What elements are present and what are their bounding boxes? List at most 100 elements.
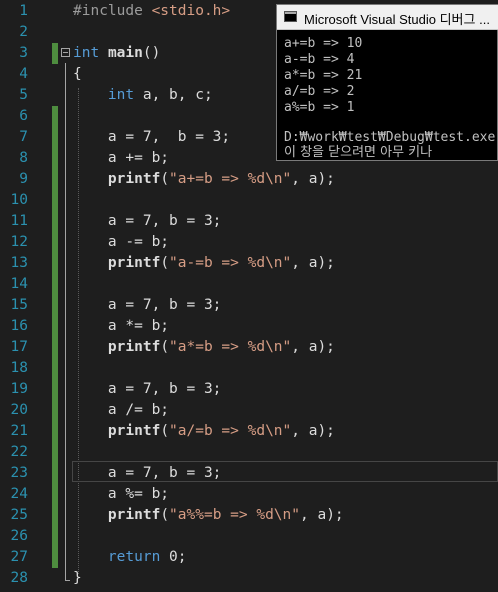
code-line[interactable]: 18 bbox=[0, 358, 498, 379]
code-text: a = 7, b = 3; bbox=[73, 211, 222, 232]
code-token: printf bbox=[107, 507, 161, 523]
code-token: a = 7, b = 3; bbox=[73, 213, 222, 229]
code-token: a %= b; bbox=[73, 486, 170, 502]
debug-console-window[interactable]: Microsoft Visual Studio 디버그 ... a+=b => … bbox=[276, 4, 498, 161]
code-token: ( bbox=[160, 423, 170, 439]
line-number: 10 bbox=[10, 192, 28, 208]
console-exe-path: D:₩work₩test₩Debug₩test.exe bbox=[284, 130, 496, 145]
code-token: , a); bbox=[291, 171, 335, 187]
change-marker bbox=[52, 400, 58, 421]
code-token: } bbox=[73, 570, 82, 586]
console-titlebar[interactable]: Microsoft Visual Studio 디버그 ... bbox=[277, 5, 498, 30]
change-marker bbox=[52, 463, 58, 484]
code-text: a = 7, b = 3; bbox=[73, 379, 222, 400]
change-marker bbox=[52, 547, 58, 568]
console-icon bbox=[284, 11, 297, 22]
code-text: int main() bbox=[73, 43, 160, 64]
code-token: printf bbox=[107, 255, 161, 271]
code-line[interactable]: 24 a %= b; bbox=[0, 484, 498, 505]
code-token: a /= b; bbox=[73, 402, 170, 418]
code-text: printf("a-=b => %d\n", a); bbox=[73, 253, 335, 274]
line-number: 12 bbox=[10, 234, 28, 250]
change-marker bbox=[52, 337, 58, 358]
code-line[interactable]: 21 printf("a/=b => %d\n", a); bbox=[0, 421, 498, 442]
change-marker bbox=[52, 484, 58, 505]
code-token: "a+=b => %d\n" bbox=[169, 171, 292, 187]
code-line[interactable]: 26 bbox=[0, 526, 498, 547]
line-number: 20 bbox=[10, 402, 28, 418]
code-token: ( bbox=[160, 507, 170, 523]
code-line[interactable]: 15 a = 7, b = 3; bbox=[0, 295, 498, 316]
code-token: a = 7, b = 3; bbox=[73, 129, 231, 145]
code-line[interactable]: 25 printf("a%%=b => %d\n", a); bbox=[0, 505, 498, 526]
change-marker bbox=[52, 442, 58, 463]
code-text: a = 7, b = 3; bbox=[73, 463, 222, 484]
change-marker bbox=[52, 421, 58, 442]
code-line[interactable]: 28} bbox=[0, 568, 498, 589]
line-number: 16 bbox=[10, 318, 28, 334]
change-marker bbox=[52, 505, 58, 526]
code-text: { bbox=[73, 64, 82, 85]
code-text: printf("a/=b => %d\n", a); bbox=[73, 421, 335, 442]
console-output-line: a*=b => 21 bbox=[284, 68, 363, 83]
code-text: } bbox=[73, 568, 82, 589]
line-number: 23 bbox=[10, 465, 28, 481]
code-line[interactable]: 12 a -= b; bbox=[0, 232, 498, 253]
line-number: 26 bbox=[10, 528, 28, 544]
change-marker bbox=[52, 190, 58, 211]
change-marker bbox=[52, 211, 58, 232]
code-token: a, b, c; bbox=[134, 87, 213, 103]
change-marker bbox=[52, 274, 58, 295]
code-line[interactable]: 9 printf("a+=b => %d\n", a); bbox=[0, 169, 498, 190]
code-token: a += b; bbox=[73, 150, 170, 166]
code-text: a *= b; bbox=[73, 316, 169, 337]
code-token: a -= b; bbox=[73, 234, 170, 250]
line-number: 7 bbox=[19, 129, 28, 145]
code-token: printf bbox=[107, 339, 161, 355]
change-marker bbox=[52, 169, 58, 190]
code-token: return bbox=[107, 549, 161, 565]
code-token: main bbox=[107, 45, 143, 61]
line-number: 2 bbox=[19, 24, 28, 40]
change-marker bbox=[52, 127, 58, 148]
code-line[interactable]: 23 a = 7, b = 3; bbox=[0, 463, 498, 484]
code-token: a *= b; bbox=[73, 318, 170, 334]
code-text: a %= b; bbox=[73, 484, 169, 505]
code-token: ( bbox=[160, 339, 170, 355]
line-number: 5 bbox=[19, 87, 28, 103]
line-number: 1 bbox=[19, 3, 28, 19]
code-line[interactable]: 11 a = 7, b = 3; bbox=[0, 211, 498, 232]
code-line[interactable]: 19 a = 7, b = 3; bbox=[0, 379, 498, 400]
change-marker bbox=[52, 295, 58, 316]
code-token: "a-=b => %d\n" bbox=[169, 255, 292, 271]
code-line[interactable]: 27 return 0; bbox=[0, 547, 498, 568]
code-token: printf bbox=[107, 171, 161, 187]
code-token: , a); bbox=[291, 423, 335, 439]
line-number: 8 bbox=[19, 150, 28, 166]
change-marker bbox=[52, 253, 58, 274]
code-token: , a); bbox=[291, 339, 335, 355]
code-line[interactable]: 10 bbox=[0, 190, 498, 211]
line-number: 27 bbox=[10, 549, 28, 565]
code-line[interactable]: 20 a /= b; bbox=[0, 400, 498, 421]
code-line[interactable]: 22 bbox=[0, 442, 498, 463]
code-line[interactable]: 16 a *= b; bbox=[0, 316, 498, 337]
code-line[interactable]: 14 bbox=[0, 274, 498, 295]
line-number: 17 bbox=[10, 339, 28, 355]
code-text: #include <stdio.h> bbox=[73, 1, 230, 22]
change-marker bbox=[52, 106, 58, 127]
collapse-icon[interactable] bbox=[61, 48, 70, 57]
code-token: int bbox=[107, 87, 135, 103]
code-text: a += b; bbox=[73, 148, 169, 169]
line-number: 4 bbox=[19, 66, 28, 82]
code-line[interactable]: 17 printf("a*=b => %d\n", a); bbox=[0, 337, 498, 358]
code-line[interactable]: 13 printf("a-=b => %d\n", a); bbox=[0, 253, 498, 274]
line-number: 21 bbox=[10, 423, 28, 439]
change-marker bbox=[52, 316, 58, 337]
